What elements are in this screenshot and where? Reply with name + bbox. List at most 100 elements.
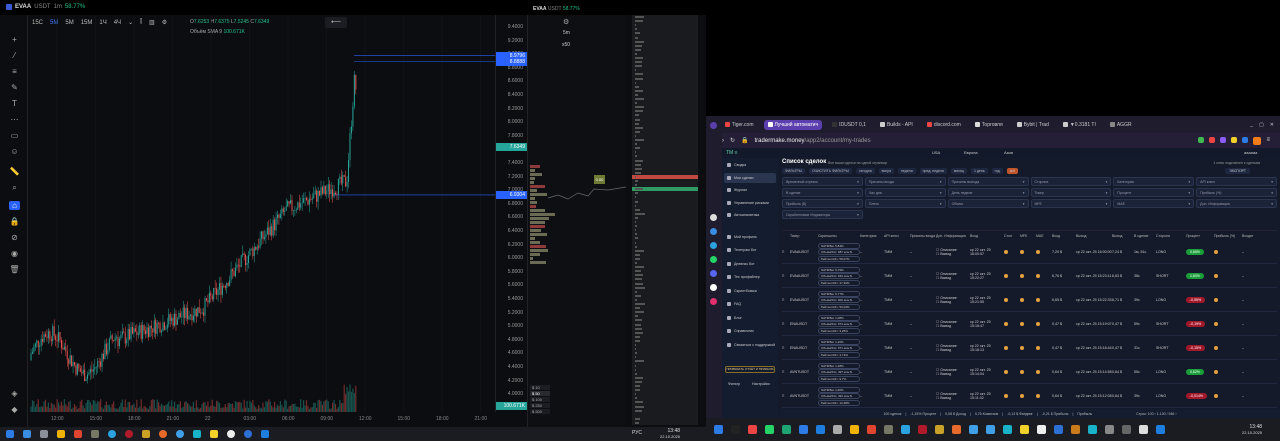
column-header[interactable]: Прибыль (%) [1214, 234, 1242, 238]
folder-icon[interactable] [57, 430, 65, 438]
column-header[interactable]: Вход [970, 234, 1004, 238]
app-icon[interactable] [23, 430, 31, 438]
sidebar-item[interactable]: FAQ [724, 299, 776, 309]
fib-icon[interactable]: ≡ [9, 67, 20, 76]
taskbar-app-icon[interactable] [833, 425, 842, 434]
taskbar-app-icon[interactable] [1003, 425, 1012, 434]
filter-select[interactable]: Доп. Информация ▾ [1196, 199, 1277, 208]
order-book-dom[interactable] [632, 15, 698, 425]
filter-chip[interactable]: месяц [950, 168, 967, 174]
taskbar-app-icon[interactable] [952, 425, 961, 434]
column-header[interactable]: Входит [1242, 234, 1266, 238]
drag-handle-icon[interactable]: ⠿ [782, 370, 785, 374]
filter-chip[interactable]: всё [1006, 168, 1019, 174]
column-header[interactable]: Сторона [1156, 234, 1186, 238]
browser-tab[interactable]: Лучший автоматич [763, 119, 823, 130]
sidebar-item[interactable]: Тех профайлер [724, 272, 776, 282]
column-header[interactable]: Категория [860, 234, 884, 238]
dom-row[interactable] [632, 421, 698, 425]
menu-icon[interactable]: ≡ [1266, 137, 1270, 145]
region-europe[interactable]: Европа [964, 150, 978, 155]
sidebar-item[interactable]: Дневник бот [724, 259, 776, 269]
app-icon[interactable] [261, 430, 269, 438]
app-icon[interactable] [710, 214, 717, 221]
filter-select[interactable]: Прибыль ($) ▾ [782, 199, 863, 208]
extension-icon[interactable] [1220, 136, 1227, 143]
taskbar-app-icon[interactable] [1071, 425, 1080, 434]
taskbar-app-icon[interactable] [1037, 425, 1046, 434]
taskbar-app-icon[interactable] [1088, 425, 1097, 434]
taskbar-app-icon[interactable] [714, 425, 723, 434]
size-button-500[interactable]: $ 500 [530, 409, 550, 414]
time-axis[interactable]: 12:00 15:00 18:00 21:00 22 03:00 06:00 09:00 12:… [29, 412, 495, 427]
taskbar-app-icon[interactable] [1139, 425, 1148, 434]
sidebar-item[interactable]: Управление рисками [724, 198, 776, 208]
browser-tab[interactable]: AGGR [1106, 120, 1136, 130]
eye-icon[interactable]: ◉ [9, 249, 20, 258]
browser-tab[interactable]: Tiger.com [721, 120, 758, 130]
browser-tab[interactable]: Торговля [971, 120, 1007, 130]
taskbar-app-icon[interactable] [867, 425, 876, 434]
minimize-icon[interactable]: _ [1250, 122, 1253, 128]
checkbox-1[interactable]: ☐ Вывод [936, 372, 970, 376]
filter-chip[interactable]: 1 день [970, 168, 988, 174]
price-axis[interactable]: 9.40009.20009.00008.80008.60008.40008.20… [495, 15, 527, 412]
app-icon[interactable] [227, 430, 235, 438]
size-button-250[interactable]: $ 250 [530, 403, 550, 408]
app-icon[interactable] [142, 430, 150, 438]
filter-select[interactable]: Временной отрезок ▾ [782, 177, 863, 186]
column-header[interactable]: Причины входа [910, 234, 936, 238]
taskbar-app-icon[interactable] [799, 425, 808, 434]
brave-icon[interactable] [74, 430, 82, 438]
column-header[interactable]: Выход [1112, 234, 1134, 238]
filter-tool[interactable]: Фильтр [728, 382, 740, 386]
extension-icon[interactable] [1242, 136, 1249, 143]
app-logo[interactable]: TM ≡ [726, 150, 738, 156]
sidebar-item[interactable]: Мой профиль [724, 232, 776, 242]
taskbar-app-icon[interactable] [901, 425, 910, 434]
lock-icon[interactable]: 🔒 [9, 217, 20, 226]
drag-handle-icon[interactable]: ⠿ [782, 298, 785, 302]
taskbar-app-icon[interactable] [748, 425, 757, 434]
column-header[interactable]: MFE [1020, 234, 1036, 238]
filter-select[interactable]: MFE ▾ [1030, 199, 1112, 208]
column-header[interactable]: Стоп [1004, 234, 1020, 238]
whatsapp-icon[interactable] [710, 256, 717, 263]
instagram-icon[interactable] [710, 298, 717, 305]
filter-select[interactable]: Причины входа ▾ [864, 177, 946, 186]
taskbar-app-icon[interactable] [850, 425, 859, 434]
taskbar-app-icon[interactable] [935, 425, 944, 434]
sidebar-item[interactable]: Связаться с поддержкой [724, 340, 776, 350]
trash-icon[interactable]: 🗑 [9, 265, 20, 274]
zoom-icon[interactable]: ⌕ [9, 183, 20, 192]
layers-icon[interactable]: ◆ [9, 405, 20, 414]
app-icon[interactable] [210, 430, 218, 438]
filter-select[interactable]: MAE ▾ [1113, 199, 1195, 208]
url-input[interactable]: tradermake.money/app2/account/my-trades [755, 138, 871, 144]
column-header[interactable]: Вход [1052, 234, 1076, 238]
settings-icon[interactable]: ⚙ [563, 18, 569, 26]
browser-logo-icon[interactable] [710, 122, 717, 129]
browser-tab[interactable]: Bybit | Trad [1013, 120, 1053, 130]
table-row[interactable]: ⠿ EVAAUSDT NATR/5м: 5,84% Объём/24ч: 687 мл… [782, 241, 1277, 264]
sidebar-item[interactable]: Скриптбомжи [724, 286, 776, 296]
taskbar-app-icon[interactable] [1122, 425, 1131, 434]
chrome-icon[interactable] [176, 430, 184, 438]
filter-select[interactable]: Скрабинговые Индикаторы ▾ [782, 210, 863, 219]
app-icon[interactable] [193, 430, 201, 438]
column-header[interactable]: В сделке [1134, 234, 1156, 238]
taskbar-app-icon[interactable] [986, 425, 995, 434]
user-name[interactable]: aaaaaa [1244, 150, 1257, 155]
ruler-icon[interactable]: 📏 [9, 167, 20, 176]
reload-icon[interactable]: ↻ [730, 137, 735, 144]
app-icon[interactable] [244, 430, 252, 438]
telegram-icon[interactable] [710, 242, 717, 249]
object-tree-icon[interactable]: ◈ [9, 389, 20, 398]
filter-select[interactable]: Прибыль (%) ▾ [1196, 188, 1277, 197]
column-header[interactable]: Процент [1186, 234, 1214, 238]
sidebar-item[interactable]: Справочник [724, 326, 776, 336]
size-button-50[interactable]: $ 50 [530, 391, 550, 396]
drag-handle-icon[interactable]: ⠿ [782, 322, 785, 326]
start-icon[interactable] [6, 430, 14, 438]
table-row[interactable]: ⠿ AVNTUSDT NATR/5м: 1,60% Объём/24ч: 493 мл… [782, 385, 1277, 408]
